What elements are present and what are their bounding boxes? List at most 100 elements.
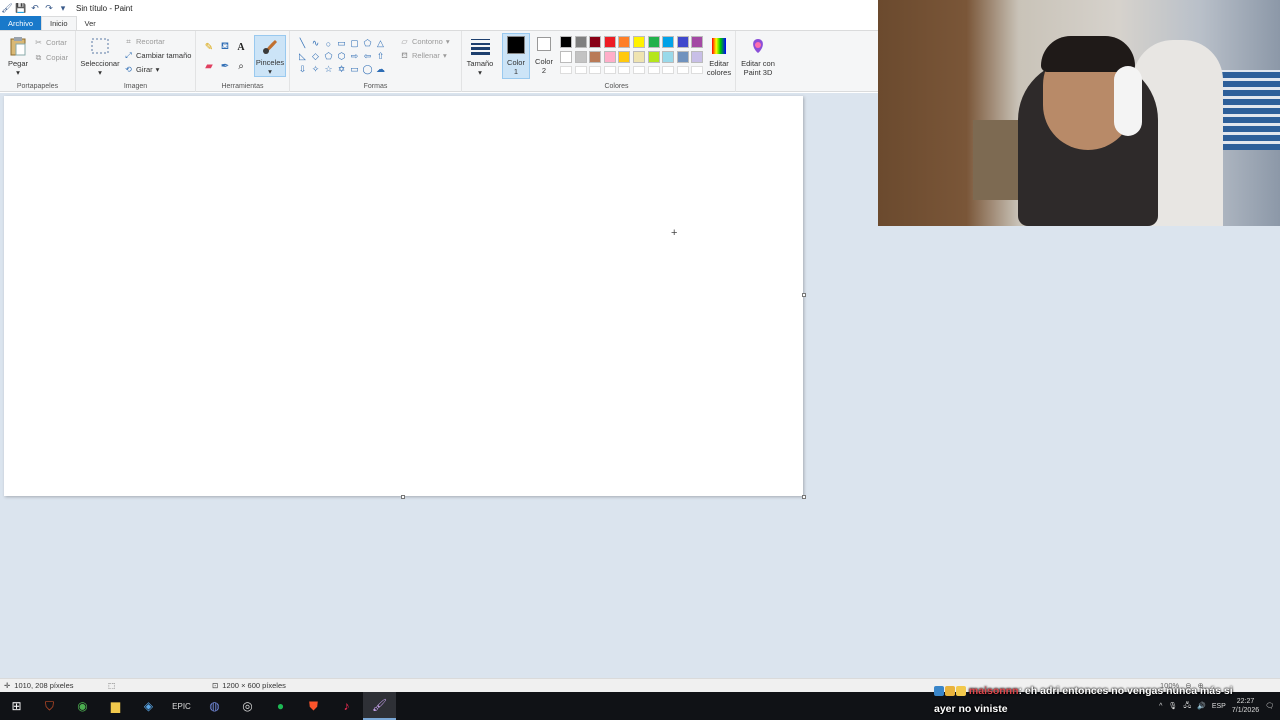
color2-button[interactable]: Color 2 bbox=[532, 33, 556, 75]
palette-swatch[interactable] bbox=[647, 36, 660, 48]
color-picker-icon[interactable]: ✒ bbox=[218, 59, 232, 73]
paint3d-icon bbox=[748, 35, 768, 57]
size-button[interactable]: Tamaño ▾ bbox=[464, 35, 496, 77]
brushes-button[interactable]: Pinceles ▾ bbox=[254, 35, 286, 77]
oval-callout-shape-icon[interactable]: ◯ bbox=[361, 63, 374, 76]
custom-color-slot[interactable] bbox=[691, 66, 704, 74]
resize-handle-right[interactable] bbox=[802, 293, 806, 297]
palette-swatch[interactable] bbox=[589, 36, 602, 48]
shapes-group: ╲ ∿ ○ ▭ ▢ ⬠ △ ◺ ◇ ⬠ ⬡ ⇨ ⇦ ⇧ ⇩ ✧ ☆ ✡ ▭ ◯ … bbox=[290, 31, 462, 92]
pencil-icon[interactable]: ✎ bbox=[202, 40, 216, 54]
five-point-star-shape-icon[interactable]: ☆ bbox=[322, 63, 335, 76]
tiktok-icon[interactable]: ♪ bbox=[330, 692, 363, 720]
custom-color-slot[interactable] bbox=[560, 66, 572, 74]
triangle-shape-icon[interactable]: △ bbox=[374, 37, 387, 50]
rounded-rectangle-shape-icon[interactable]: ▢ bbox=[348, 37, 361, 50]
palette-swatch[interactable] bbox=[691, 51, 704, 63]
hexagon-shape-icon[interactable]: ⬡ bbox=[335, 50, 348, 63]
down-arrow-shape-icon[interactable]: ⇩ bbox=[296, 63, 309, 76]
resize-button[interactable]: ⤢ Cambiar tamaño bbox=[124, 51, 191, 61]
left-arrow-shape-icon[interactable]: ⇦ bbox=[361, 50, 374, 63]
cut-button[interactable]: ✂ Cortar bbox=[34, 38, 67, 47]
chrome-icon[interactable]: ◉ bbox=[66, 692, 99, 720]
select-dropdown-icon: ▾ bbox=[98, 68, 102, 77]
undo-icon[interactable]: ↶ bbox=[30, 3, 40, 13]
crop-button[interactable]: ⌗ Recortar bbox=[124, 37, 165, 47]
palette-swatch[interactable] bbox=[676, 51, 689, 63]
custom-color-slot[interactable] bbox=[574, 66, 587, 74]
tab-ver[interactable]: Ver bbox=[77, 16, 104, 30]
color1-button[interactable]: Color 1 bbox=[502, 33, 530, 79]
edit-with-paint3d-button[interactable]: Editar con Paint 3D bbox=[738, 35, 778, 77]
line-shape-icon[interactable]: ╲ bbox=[296, 37, 309, 50]
obs-icon[interactable]: ◎ bbox=[231, 692, 264, 720]
custom-color-slot[interactable] bbox=[647, 66, 660, 74]
discord-icon[interactable]: ◍ bbox=[198, 692, 231, 720]
diamond-shape-icon[interactable]: ◇ bbox=[309, 50, 322, 63]
palette-swatch[interactable] bbox=[574, 51, 587, 63]
rotate-icon: ⟲ bbox=[125, 65, 132, 74]
select-button[interactable]: Seleccionar ▾ bbox=[78, 35, 122, 77]
oval-shape-icon[interactable]: ○ bbox=[322, 37, 335, 50]
customize-icon[interactable]: ▾ bbox=[58, 3, 68, 13]
fill-button[interactable]: ⛾ Rellenar ▾ bbox=[400, 51, 446, 61]
outline-button[interactable]: ▱ Contorno ▾ bbox=[400, 37, 449, 46]
fill-bucket-icon[interactable]: ⛾ bbox=[218, 40, 232, 54]
paint-icon[interactable]: 🖌 bbox=[363, 692, 396, 720]
tab-archivo[interactable]: Archivo bbox=[0, 16, 42, 30]
file-explorer-icon[interactable]: ▆ bbox=[99, 692, 132, 720]
spotify-icon[interactable]: ● bbox=[264, 692, 297, 720]
six-point-star-shape-icon[interactable]: ✡ bbox=[335, 63, 348, 76]
pentagon-shape-icon[interactable]: ⬠ bbox=[322, 50, 335, 63]
custom-color-slot[interactable] bbox=[589, 66, 602, 74]
brave-icon[interactable]: ⛊ bbox=[297, 692, 330, 720]
custom-color-slot[interactable] bbox=[618, 66, 631, 74]
magnifier-icon[interactable]: ⌕ bbox=[234, 59, 248, 73]
palette-swatch[interactable] bbox=[603, 36, 616, 48]
palette-swatch[interactable] bbox=[662, 51, 675, 63]
palette-swatch[interactable] bbox=[633, 36, 645, 48]
save-icon[interactable]: 💾 bbox=[15, 3, 26, 13]
palette-swatch[interactable] bbox=[618, 51, 631, 63]
rotate-button[interactable]: ⟲ Girar ▾ bbox=[124, 65, 159, 74]
palette-swatch[interactable] bbox=[603, 51, 616, 63]
callout-shape-icon[interactable]: ▭ bbox=[348, 63, 361, 76]
tab-inicio[interactable]: Inicio bbox=[41, 16, 77, 30]
palette-swatch[interactable] bbox=[633, 51, 645, 63]
text-tool-icon[interactable]: A bbox=[234, 40, 248, 54]
right-arrow-shape-icon[interactable]: ⇨ bbox=[348, 50, 361, 63]
steam-icon[interactable]: ◈ bbox=[132, 692, 165, 720]
palette-swatch[interactable] bbox=[647, 51, 660, 63]
rectangle-shape-icon[interactable]: ▭ bbox=[335, 37, 348, 50]
epic-games-icon[interactable]: EPIC bbox=[165, 692, 198, 720]
palette-swatch[interactable] bbox=[676, 36, 689, 48]
custom-color-slot[interactable] bbox=[633, 66, 645, 74]
redo-icon[interactable]: ↷ bbox=[44, 3, 54, 13]
polygon-shape-icon[interactable]: ⬠ bbox=[361, 37, 374, 50]
four-point-star-shape-icon[interactable]: ✧ bbox=[309, 63, 322, 76]
palette-swatch[interactable] bbox=[574, 36, 587, 48]
antivirus-icon[interactable]: ⛉ bbox=[33, 692, 66, 720]
windows-icon[interactable]: ⊞ bbox=[0, 692, 33, 720]
custom-color-slot[interactable] bbox=[603, 66, 616, 74]
curve-shape-icon[interactable]: ∿ bbox=[309, 37, 322, 50]
palette-swatch[interactable] bbox=[662, 36, 675, 48]
up-arrow-shape-icon[interactable]: ⇧ bbox=[374, 50, 387, 63]
paste-dropdown-icon: ▾ bbox=[16, 68, 20, 77]
eraser-icon[interactable]: ▰ bbox=[202, 59, 216, 73]
drawing-canvas[interactable] bbox=[4, 96, 803, 496]
right-triangle-shape-icon[interactable]: ◺ bbox=[296, 50, 309, 63]
copy-button[interactable]: ⧉ Copiar bbox=[34, 53, 68, 63]
palette-swatch[interactable] bbox=[618, 36, 631, 48]
palette-swatch[interactable] bbox=[589, 51, 602, 63]
edit-colors-button[interactable]: Editar colores bbox=[704, 35, 734, 77]
resize-handle-bottom[interactable] bbox=[401, 495, 405, 499]
paste-button[interactable]: Pegar ▾ bbox=[4, 35, 32, 77]
palette-swatch[interactable] bbox=[560, 36, 572, 48]
palette-swatch[interactable] bbox=[691, 36, 704, 48]
custom-color-slot[interactable] bbox=[676, 66, 689, 74]
palette-swatch[interactable] bbox=[560, 51, 572, 63]
resize-handle-corner[interactable] bbox=[802, 495, 806, 499]
custom-color-slot[interactable] bbox=[662, 66, 675, 74]
cloud-callout-shape-icon[interactable]: ☁ bbox=[374, 63, 387, 76]
